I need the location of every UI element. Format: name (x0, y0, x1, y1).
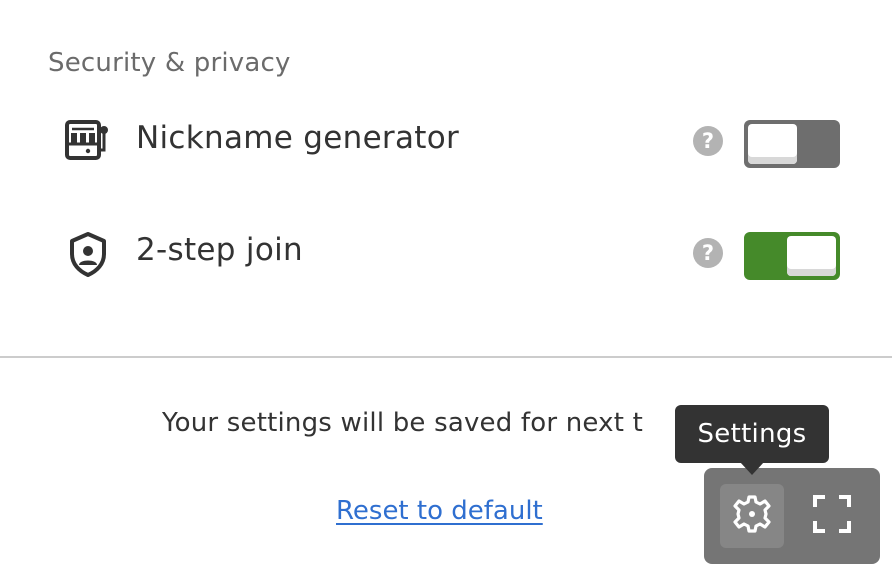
setting-label: 2-step join (136, 232, 303, 268)
settings-tooltip: Settings (675, 405, 829, 463)
player-controls (704, 468, 880, 564)
2-step-join-toggle[interactable] (744, 232, 840, 280)
tooltip-arrow (740, 462, 764, 475)
setting-row-2-step-join: 2-step join ? (0, 224, 892, 284)
settings-button[interactable] (720, 484, 784, 548)
save-note: Your settings will be saved for next t (162, 408, 643, 438)
section-title: Security & privacy (48, 48, 291, 78)
reset-to-default-link[interactable]: Reset to default (336, 496, 543, 526)
gear-icon (730, 492, 774, 540)
help-icon[interactable]: ? (693, 126, 723, 156)
toggle-knob (787, 236, 836, 276)
nickname-generator-toggle[interactable] (744, 120, 840, 168)
shield-user-icon (64, 230, 112, 278)
toggle-knob (748, 124, 797, 164)
setting-label: Nickname generator (136, 120, 460, 156)
setting-row-nickname-generator: Nickname generator ? (0, 112, 892, 172)
help-icon[interactable]: ? (693, 238, 723, 268)
fullscreen-button[interactable] (800, 484, 864, 548)
divider (0, 356, 892, 358)
slot-machine-icon (64, 118, 112, 166)
fullscreen-icon (812, 494, 852, 538)
